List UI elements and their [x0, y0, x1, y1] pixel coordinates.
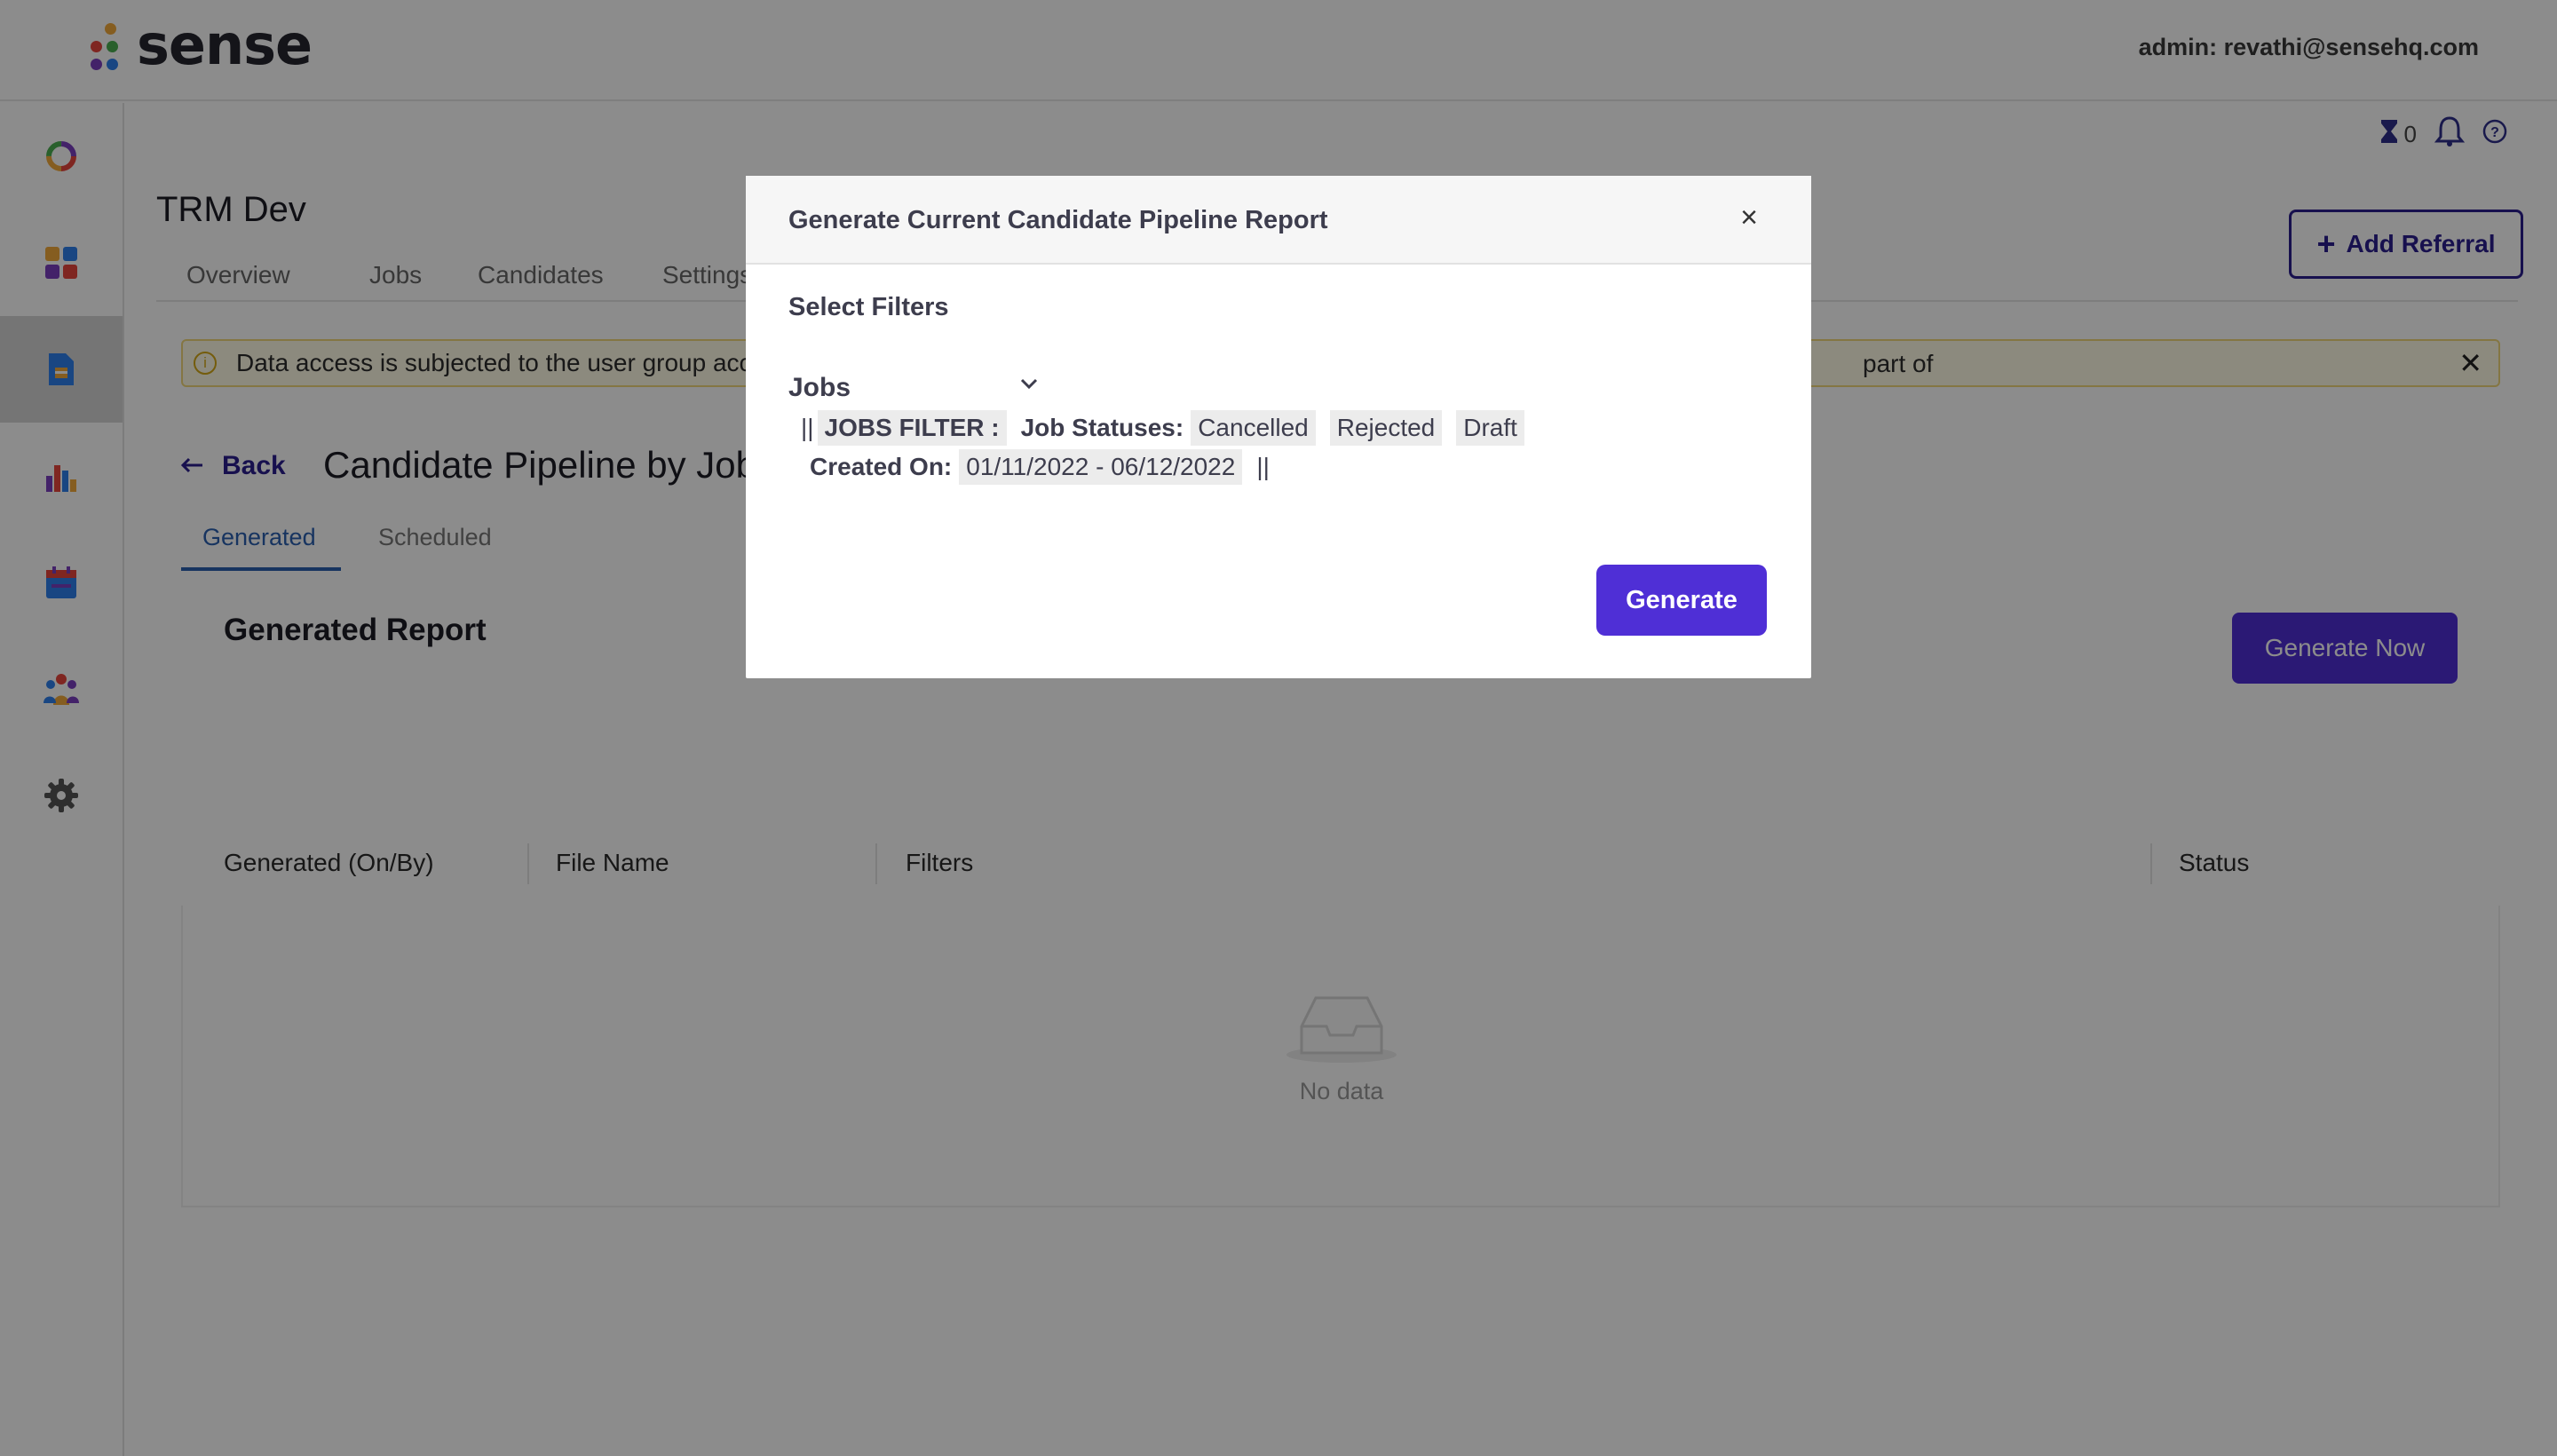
status-chip-draft: Draft: [1456, 410, 1524, 446]
created-on-summary: Created On: 01/11/2022 - 06/12/2022 ||: [810, 449, 1273, 485]
filter-type-select[interactable]: Jobs: [788, 373, 851, 403]
status-chip-cancelled: Cancelled: [1191, 410, 1316, 446]
modal-title: Generate Current Candidate Pipeline Repo…: [788, 206, 1328, 234]
pipe-separator: ||: [1256, 453, 1270, 480]
modal-header: Generate Current Candidate Pipeline Repo…: [746, 176, 1811, 265]
select-filters-label: Select Filters: [788, 293, 949, 321]
jobs-filter-summary: || JOBS FILTER : Job Statuses: Cancelled…: [801, 410, 1539, 446]
pipe-separator: ||: [801, 414, 814, 441]
close-icon[interactable]: ×: [1740, 201, 1758, 235]
jobs-filter-label: JOBS FILTER :: [817, 410, 1007, 446]
generate-report-modal: Generate Current Candidate Pipeline Repo…: [746, 176, 1811, 678]
created-on-label: Created On:: [810, 453, 953, 480]
chevron-down-icon[interactable]: [1019, 376, 1039, 395]
generate-button[interactable]: Generate: [1596, 565, 1767, 636]
created-on-value: 01/11/2022 - 06/12/2022: [959, 449, 1243, 485]
job-statuses-label: Job Statuses:: [1020, 414, 1184, 441]
status-chip-rejected: Rejected: [1329, 410, 1443, 446]
